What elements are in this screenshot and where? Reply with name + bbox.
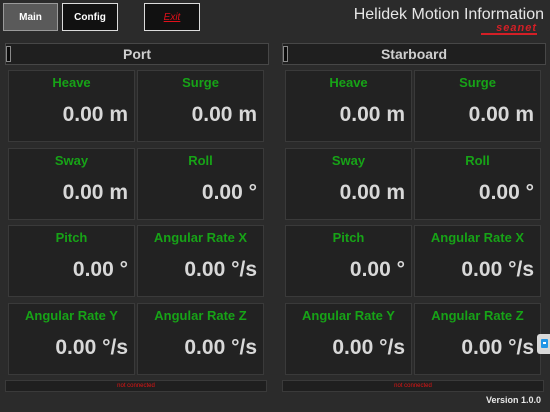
port-angular-rate-y-card: Angular Rate Y 0.00 °/s [8, 303, 135, 375]
port-angular-rate-z-card: Angular Rate Z 0.00 °/s [137, 303, 264, 375]
starboard-roll-card: Roll 0.00 ° [414, 148, 541, 220]
card-label: Roll [465, 153, 490, 168]
config-button[interactable]: Config [62, 3, 118, 31]
starboard-panel-header: Starboard [282, 43, 546, 65]
card-label: Angular Rate X [153, 230, 248, 245]
card-label: Heave [52, 75, 91, 90]
card-value: 0.00 m [339, 181, 405, 204]
exit-button[interactable]: Exit [144, 3, 200, 31]
main-button[interactable]: Main [3, 3, 58, 31]
card-value: 0.00 m [62, 103, 128, 126]
starboard-panel-toggle[interactable] [283, 46, 288, 62]
starboard-angular-rate-x-card: Angular Rate X 0.00 °/s [414, 225, 541, 297]
card-label: Roll [188, 153, 213, 168]
starboard-pitch-card: Pitch 0.00 ° [285, 225, 412, 297]
card-value: 0.00 m [62, 181, 128, 204]
card-value: 0.00 ° [72, 258, 128, 281]
card-value: 0.00 °/s [184, 258, 257, 281]
card-value: 0.00 °/s [461, 336, 534, 359]
starboard-angular-rate-z-card: Angular Rate Z 0.00 °/s [414, 303, 541, 375]
brand-logo-underline [481, 33, 537, 35]
port-sway-card: Sway 0.00 m [8, 148, 135, 220]
version-label: Version 1.0.0 [485, 395, 541, 405]
card-label: Pitch [332, 230, 365, 245]
card-label: Sway [54, 153, 89, 168]
top-bar: Main Config Exit Helidek Motion Informat… [0, 0, 550, 38]
side-panel-tab[interactable] [537, 334, 550, 354]
card-label: Angular Rate Y [25, 308, 118, 323]
port-panel-toggle[interactable] [6, 46, 11, 62]
card-value: 0.00 m [191, 103, 257, 126]
card-value: 0.00 °/s [55, 336, 128, 359]
card-value: 0.00 ° [349, 258, 405, 281]
card-label: Sway [331, 153, 366, 168]
port-heave-card: Heave 0.00 m [8, 70, 135, 142]
card-value: 0.00 ° [478, 181, 534, 204]
port-roll-card: Roll 0.00 ° [137, 148, 264, 220]
card-value: 0.00 °/s [461, 258, 534, 281]
card-label: Angular Rate X [430, 230, 525, 245]
card-label: Surge [459, 75, 496, 90]
starboard-heave-card: Heave 0.00 m [285, 70, 412, 142]
card-value: 0.00 ° [201, 181, 257, 204]
card-label: Heave [329, 75, 368, 90]
starboard-panel-title: Starboard [380, 46, 448, 62]
card-label: Angular Rate Z [431, 308, 524, 323]
port-connection-status: not connected [5, 380, 267, 392]
port-panel-title: Port [123, 46, 151, 62]
side-panel-icon [541, 339, 548, 348]
card-value: 0.00 °/s [332, 336, 405, 359]
card-label: Pitch [55, 230, 88, 245]
port-pitch-card: Pitch 0.00 ° [8, 225, 135, 297]
starboard-sway-card: Sway 0.00 m [285, 148, 412, 220]
port-panel-header: Port [5, 43, 269, 65]
starboard-connection-status: not connected [282, 380, 544, 392]
card-value: 0.00 °/s [184, 336, 257, 359]
starboard-angular-rate-y-card: Angular Rate Y 0.00 °/s [285, 303, 412, 375]
card-value: 0.00 m [339, 103, 405, 126]
card-label: Surge [182, 75, 219, 90]
card-label: Angular Rate Y [302, 308, 395, 323]
card-label: Angular Rate Z [154, 308, 247, 323]
port-surge-card: Surge 0.00 m [137, 70, 264, 142]
card-value: 0.00 m [468, 103, 534, 126]
port-angular-rate-x-card: Angular Rate X 0.00 °/s [137, 225, 264, 297]
starboard-surge-card: Surge 0.00 m [414, 70, 541, 142]
